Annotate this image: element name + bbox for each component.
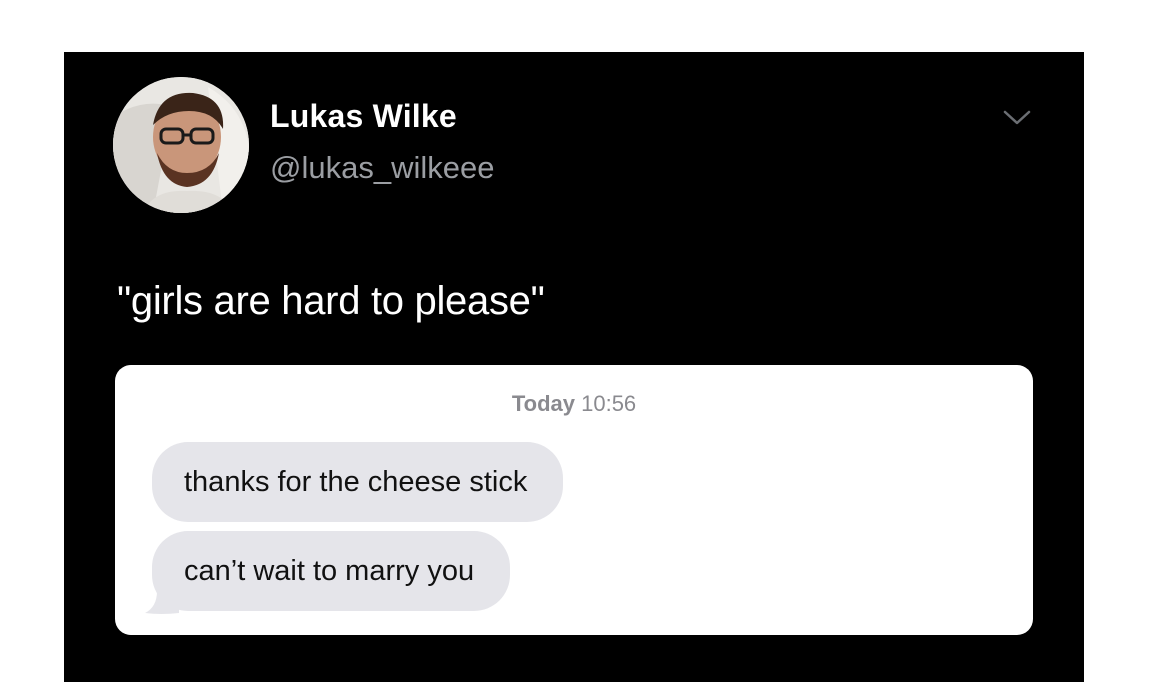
chevron-down-icon[interactable] [1002, 108, 1032, 128]
user-handle[interactable]: @lukas_wilkeee [270, 150, 494, 186]
timestamp-time: 10:56 [581, 391, 637, 416]
display-name[interactable]: Lukas Wilke [270, 98, 457, 135]
avatar[interactable] [113, 77, 249, 213]
tweet-text: "girls are hard to please" [117, 279, 545, 323]
tweet-card: Lukas Wilke @lukas_wilkeee "girls are ha… [64, 52, 1084, 682]
message-screenshot: Today 10:56 thanks for the cheese stick … [115, 365, 1033, 635]
message-timestamp: Today 10:56 [115, 391, 1033, 417]
message-bubble: thanks for the cheese stick [152, 442, 564, 522]
avatar-photo [113, 77, 249, 213]
timestamp-day: Today [511, 391, 575, 416]
message-bubble: can’t wait to marry you [152, 531, 511, 611]
